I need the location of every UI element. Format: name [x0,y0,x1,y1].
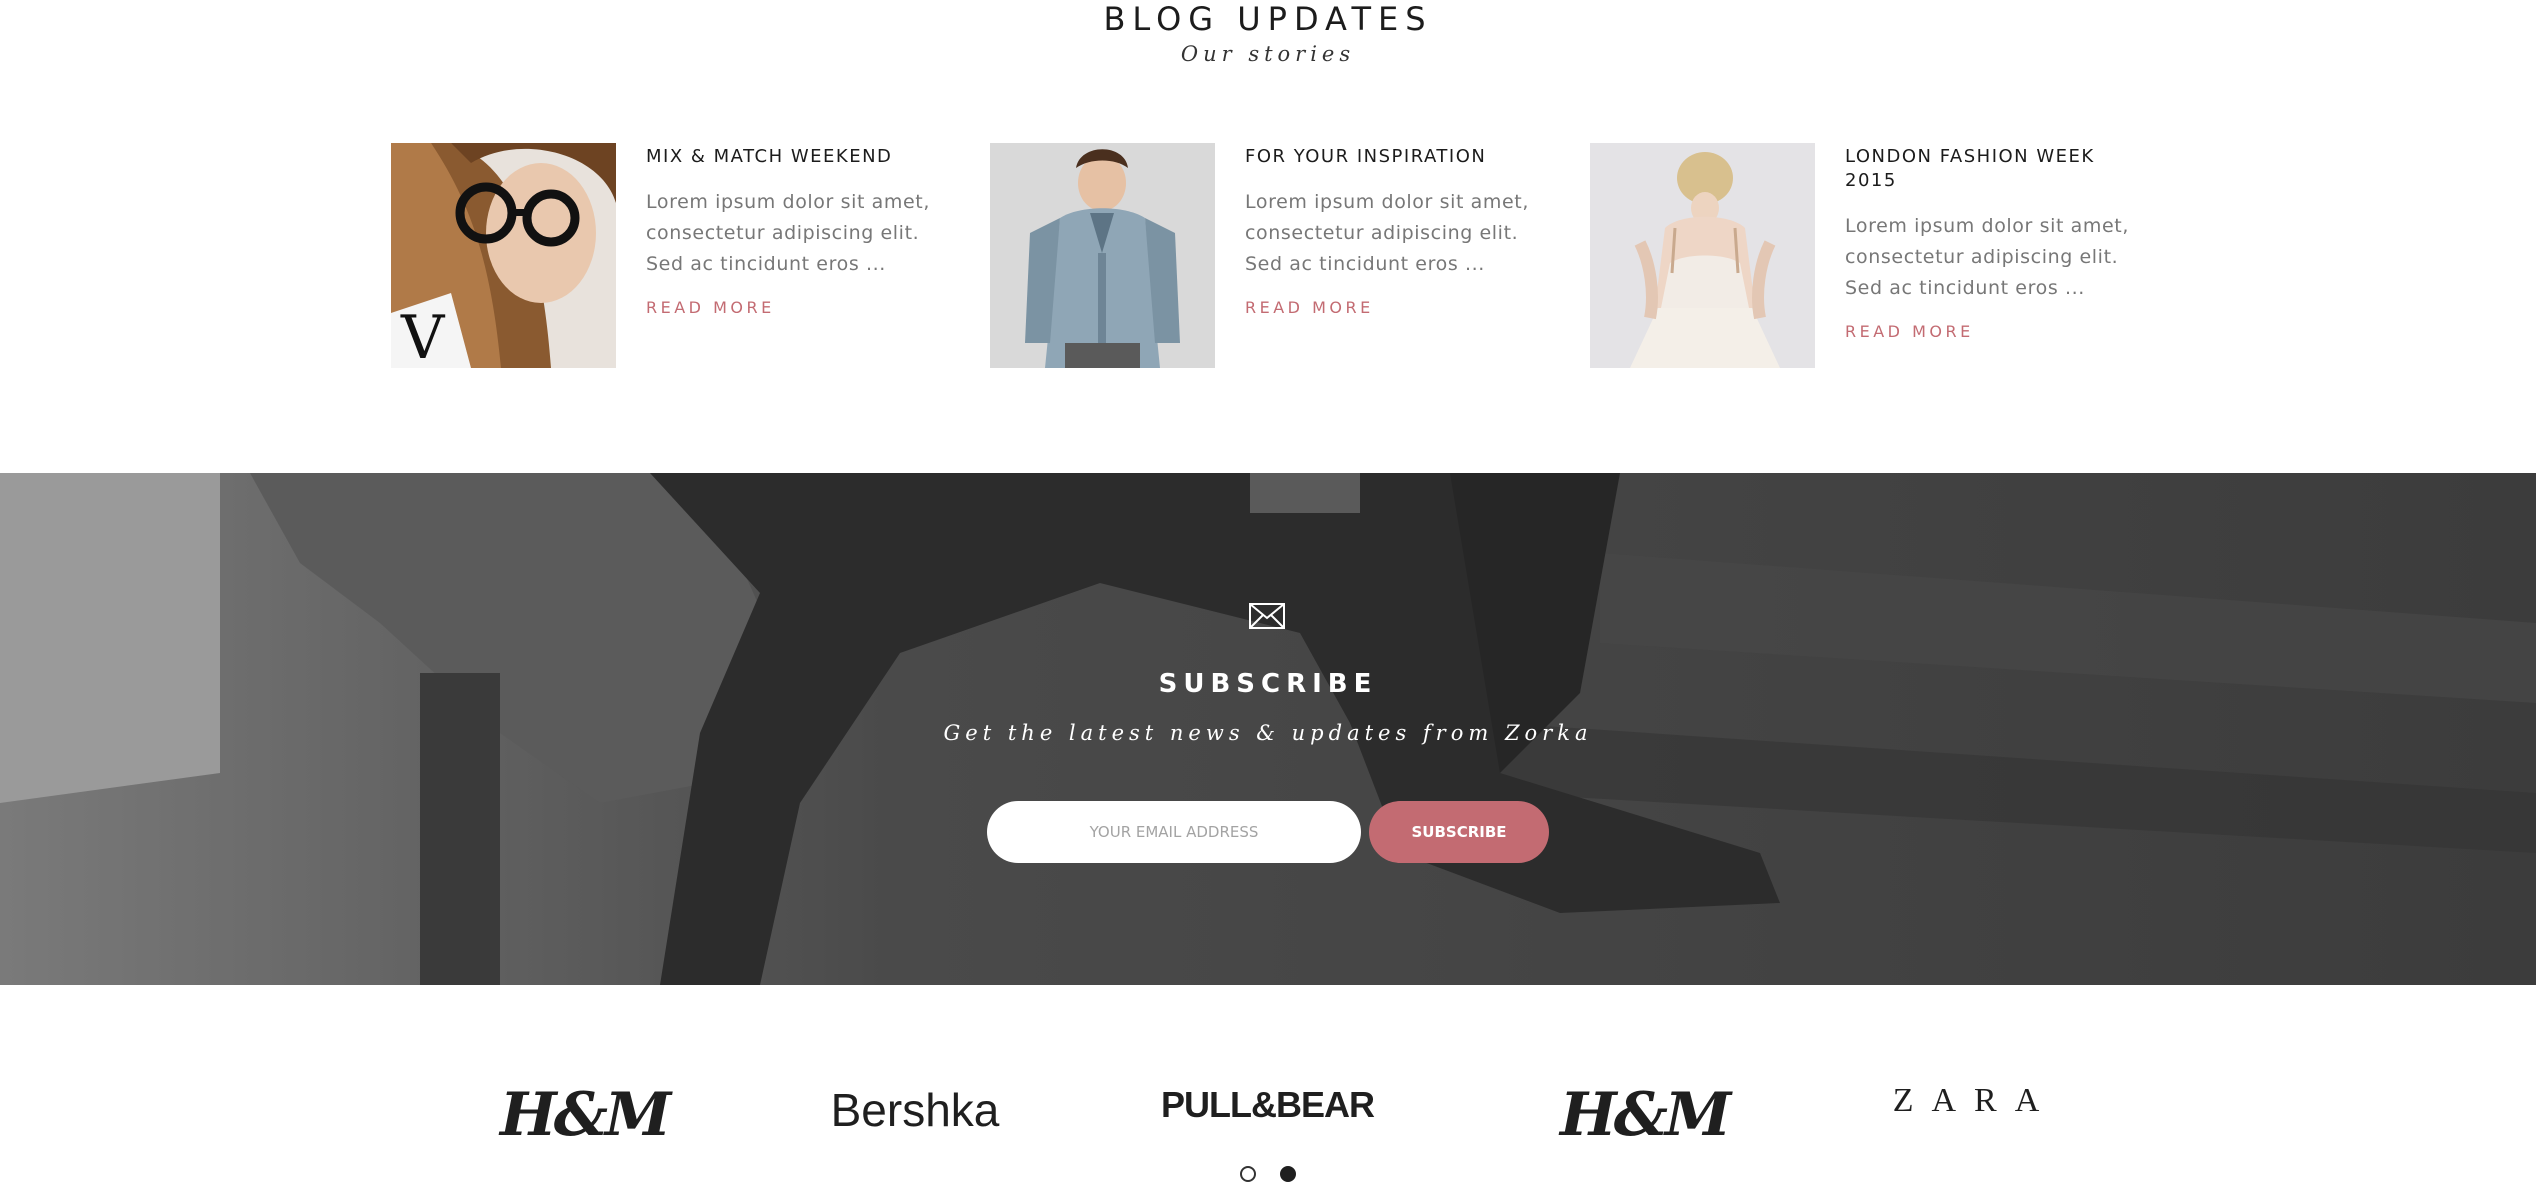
post-excerpt: Lorem ipsum dolor sit amet, consectetur … [646,191,930,275]
carousel-dot-2-active[interactable] [1280,1166,1296,1182]
svg-text:V: V [400,303,446,368]
blog-post-card: LONDON FASHION WEEK 2015 Lorem ipsum dol… [1590,143,2150,369]
brand-logo-bershka[interactable]: Bershka [800,1083,1030,1137]
email-input[interactable] [987,801,1361,863]
post-excerpt: Lorem ipsum dolor sit amet, consectetur … [1845,215,2129,299]
post-thumbnail[interactable] [1590,143,1815,368]
post-title[interactable]: LONDON FASHION WEEK 2015 [1845,143,2150,193]
post-title[interactable]: MIX & MATCH WEEKEND [646,143,951,169]
post-thumbnail[interactable]: V [391,143,616,368]
envelope-icon [1249,603,1285,629]
blog-post-card: FOR YOUR INSPIRATION Lorem ipsum dolor s… [990,143,1550,369]
blog-post-card: V MIX & MATCH WEEKEND Lorem ipsum dolor … [391,143,951,369]
post-excerpt: Lorem ipsum dolor sit amet, consectetur … [1245,191,1529,275]
carousel-dot-1[interactable] [1240,1166,1256,1182]
read-more-link[interactable]: READ MORE [646,298,775,317]
subscribe-title: SUBSCRIBE [1158,669,1378,699]
post-title[interactable]: FOR YOUR INSPIRATION [1245,143,1550,169]
read-more-link[interactable]: READ MORE [1845,322,1974,341]
subscribe-button[interactable]: SUBSCRIBE [1369,801,1549,863]
read-more-link[interactable]: READ MORE [1245,298,1374,317]
blog-title: BLOG UPDATES [1103,0,1433,38]
blog-subtitle: Our stories [1180,42,1356,66]
brand-logo-hm[interactable]: H&M [1560,1080,1731,1150]
brand-logo-hm[interactable]: H&M [500,1080,671,1150]
brand-logo-zara[interactable]: ZARA [1870,1082,2080,1120]
subscribe-section: SUBSCRIBE Get the latest news & updates … [0,473,2536,985]
brand-logo-pull-and-bear[interactable]: PULL&BEAR [1150,1084,1385,1126]
subscribe-tagline: Get the latest news & updates from Zorka [943,721,1593,745]
post-thumbnail[interactable] [990,143,1215,368]
